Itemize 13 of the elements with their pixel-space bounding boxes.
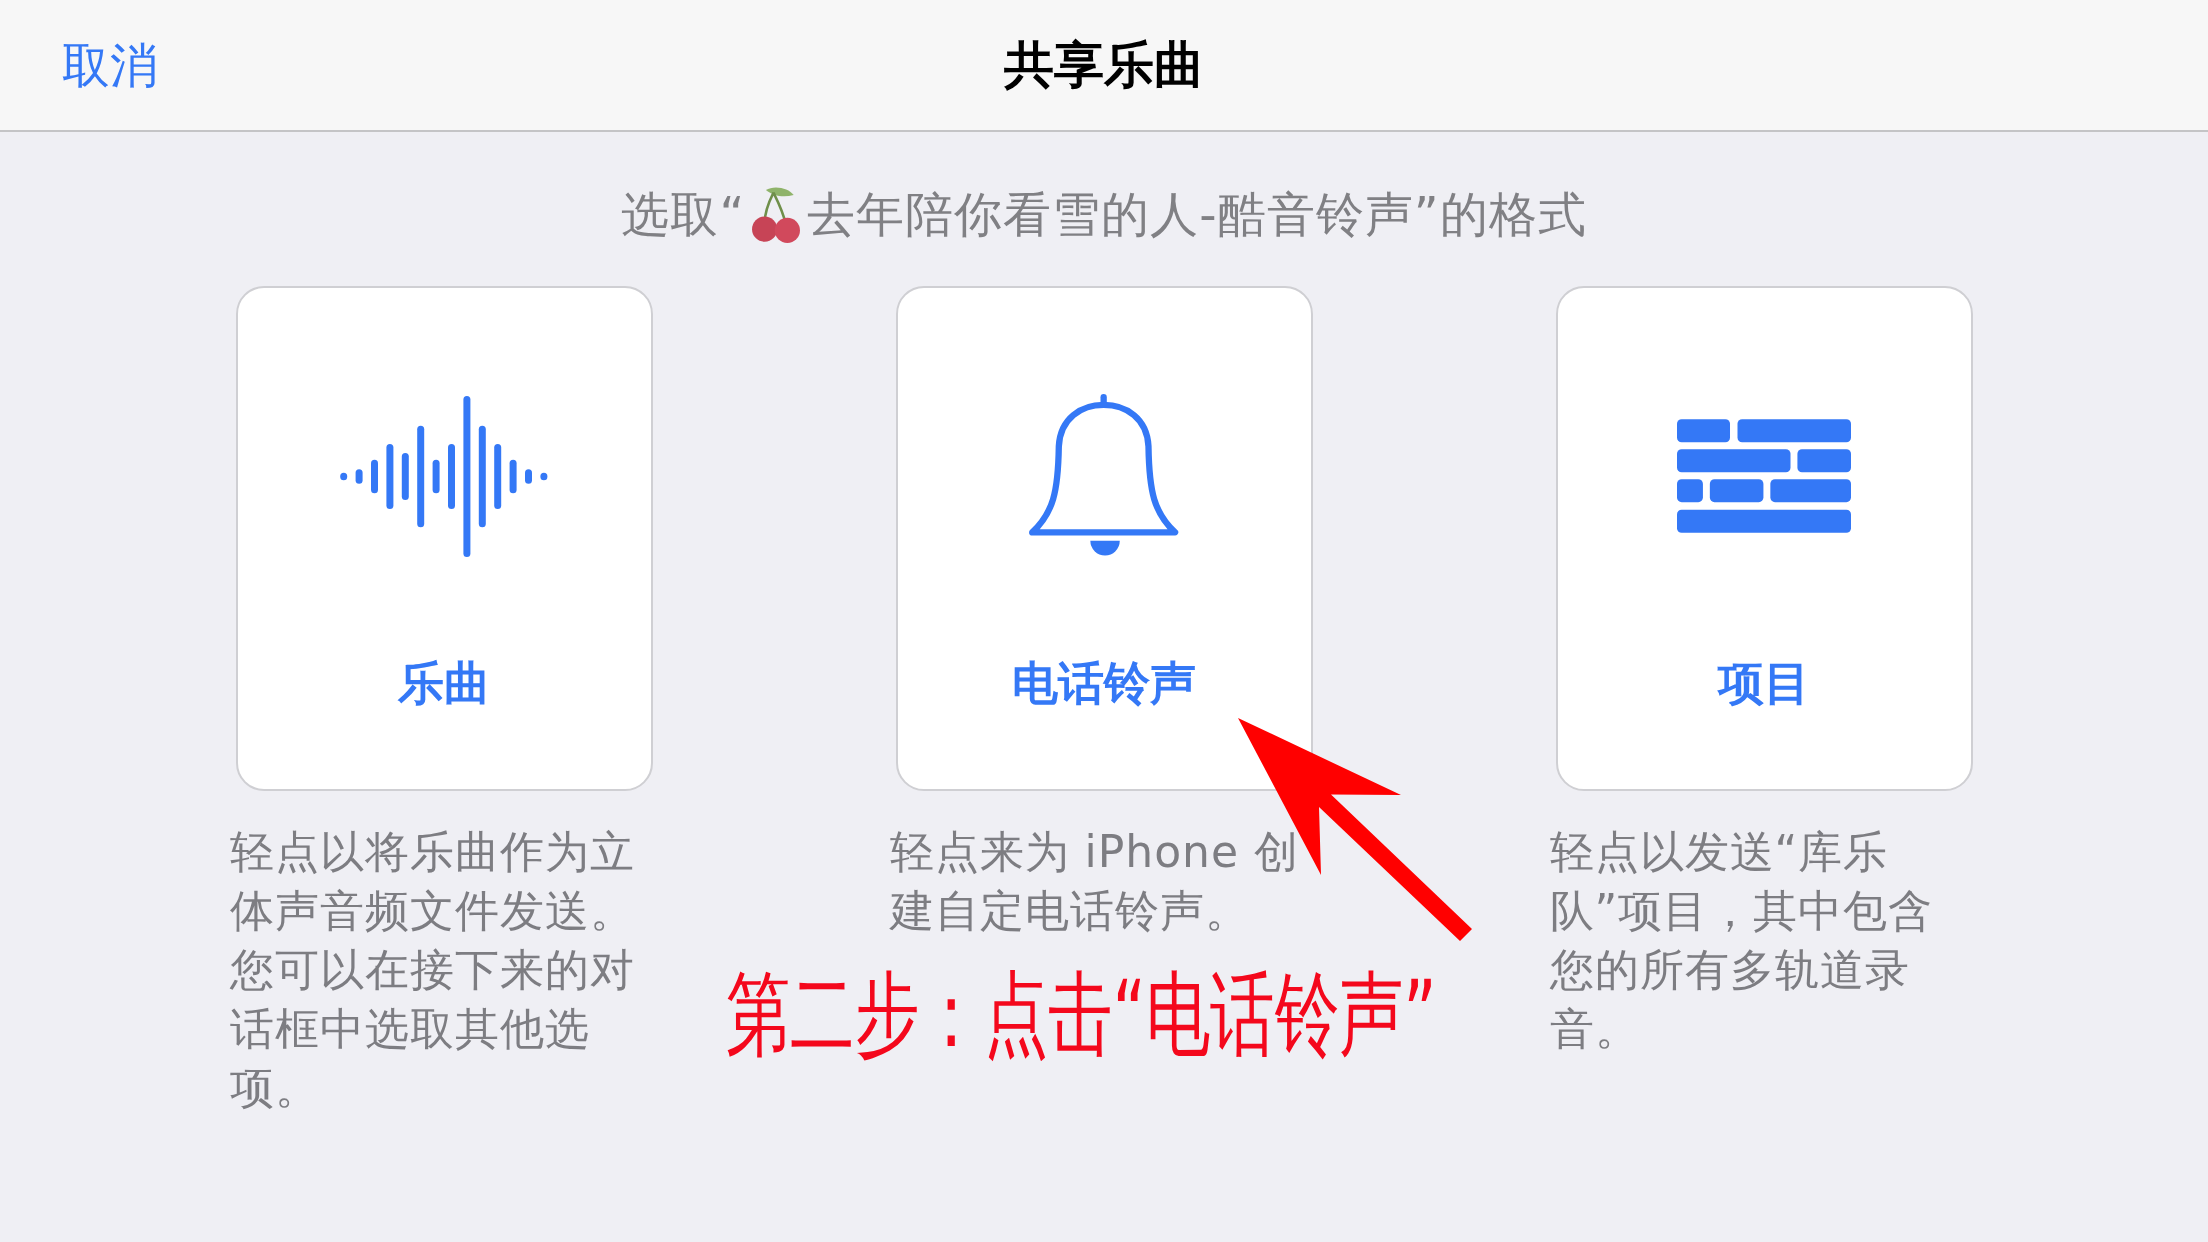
format-option-button[interactable]: 项目 xyxy=(1555,286,1973,791)
option-description: 轻点以将乐曲作为立体声音频文件发送。您可以在接下来的对话框中选取其他选项。 xyxy=(229,825,636,1115)
cancel-button[interactable]: 取消 xyxy=(62,35,158,95)
nav-title: 共享乐曲 xyxy=(1004,35,1204,95)
format-option-button[interactable]: 乐曲 xyxy=(235,286,653,791)
format-option-button[interactable]: 电话铃声 xyxy=(895,286,1313,791)
prompt-text: 选取“ xyxy=(621,185,746,244)
bricks-icon xyxy=(1677,419,1851,533)
annotation-text: 第二步：点击“电话铃声” xyxy=(726,960,1437,1070)
option-description: 轻点以发送“库乐队”项目，其中包含您的所有多轨道录音。 xyxy=(1549,825,1935,1056)
option-description: 轻点来为 iPhone 创建自定电话铃声。 xyxy=(889,825,1300,938)
prompt-text: 去年陪你看雪的人-酷音铃声”的格式 xyxy=(807,185,1587,244)
waveform-icon xyxy=(339,395,549,557)
